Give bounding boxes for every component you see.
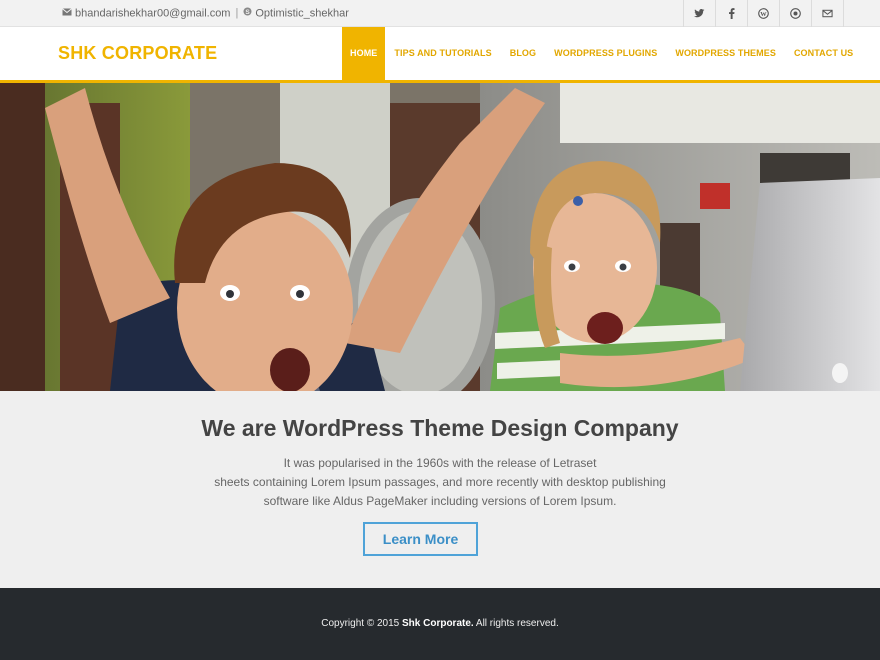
wordpress-link[interactable]: W	[748, 0, 780, 27]
svg-text:W: W	[760, 11, 767, 18]
copyright-company[interactable]: Shk Corporate.	[402, 618, 474, 629]
copyright-suffix: All rights reserved.	[473, 618, 559, 629]
nav-home[interactable]: HOME	[342, 27, 386, 80]
facebook-icon	[729, 8, 735, 19]
mail-link[interactable]	[812, 0, 844, 27]
intro-section: We are WordPress Theme Design Company It…	[0, 391, 880, 588]
intro-heading: We are WordPress Theme Design Company	[201, 415, 679, 441]
nav-contact-us[interactable]: CONTACT US	[785, 27, 862, 80]
nav-tips-and-tutorials[interactable]: TIPS AND TUTORIALS	[385, 27, 500, 80]
hero-image	[0, 83, 880, 391]
nav-wordpress-themes[interactable]: WORDPRESS THEMES	[666, 27, 785, 80]
mail-icon	[822, 9, 833, 18]
contact-info: bhandarishekhar00@gmail.com | S Optimisti…	[62, 0, 349, 27]
learn-more-button[interactable]: Learn More	[363, 522, 478, 556]
intro-line: sheets containing Lorem Ipsum passages, …	[214, 475, 666, 489]
contact-email[interactable]: bhandarishekhar00@gmail.com	[75, 7, 230, 19]
site-header: SHK CORPORATE HOME TIPS AND TUTORIALS BL…	[0, 27, 880, 83]
nav-wordpress-plugins[interactable]: WORDPRESS PLUGINS	[545, 27, 666, 80]
intro-line: software like Aldus PageMaker including …	[263, 494, 617, 508]
intro-line: It was popularised in the 1960s with the…	[283, 456, 597, 470]
dribbble-link[interactable]	[780, 0, 812, 27]
site-footer: Copyright © 2015 Shk Corporate. All righ…	[0, 588, 880, 660]
twitter-icon	[694, 9, 705, 18]
intro-description: It was popularised in the 1960s with the…	[0, 454, 880, 511]
social-links: W	[683, 0, 844, 27]
main-nav: HOME TIPS AND TUTORIALS BLOG WORDPRESS P…	[342, 27, 862, 80]
facebook-link[interactable]	[716, 0, 748, 27]
dribbble-icon	[790, 8, 801, 19]
twitter-link[interactable]	[684, 0, 716, 27]
contact-separator: |	[235, 7, 239, 20]
svg-text:S: S	[246, 9, 251, 16]
site-logo[interactable]: SHK CORPORATE	[58, 27, 217, 80]
nav-blog[interactable]: BLOG	[501, 27, 545, 80]
contact-skype[interactable]: Optimistic_shekhar	[255, 7, 349, 19]
copyright-prefix: Copyright © 2015	[321, 618, 402, 629]
skype-icon: S	[243, 0, 252, 27]
copyright-text: Copyright © 2015 Shk Corporate. All righ…	[0, 618, 880, 629]
top-bar: bhandarishekhar00@gmail.com | S Optimisti…	[0, 0, 880, 27]
wordpress-icon: W	[758, 8, 769, 19]
mail-icon	[62, 0, 72, 27]
